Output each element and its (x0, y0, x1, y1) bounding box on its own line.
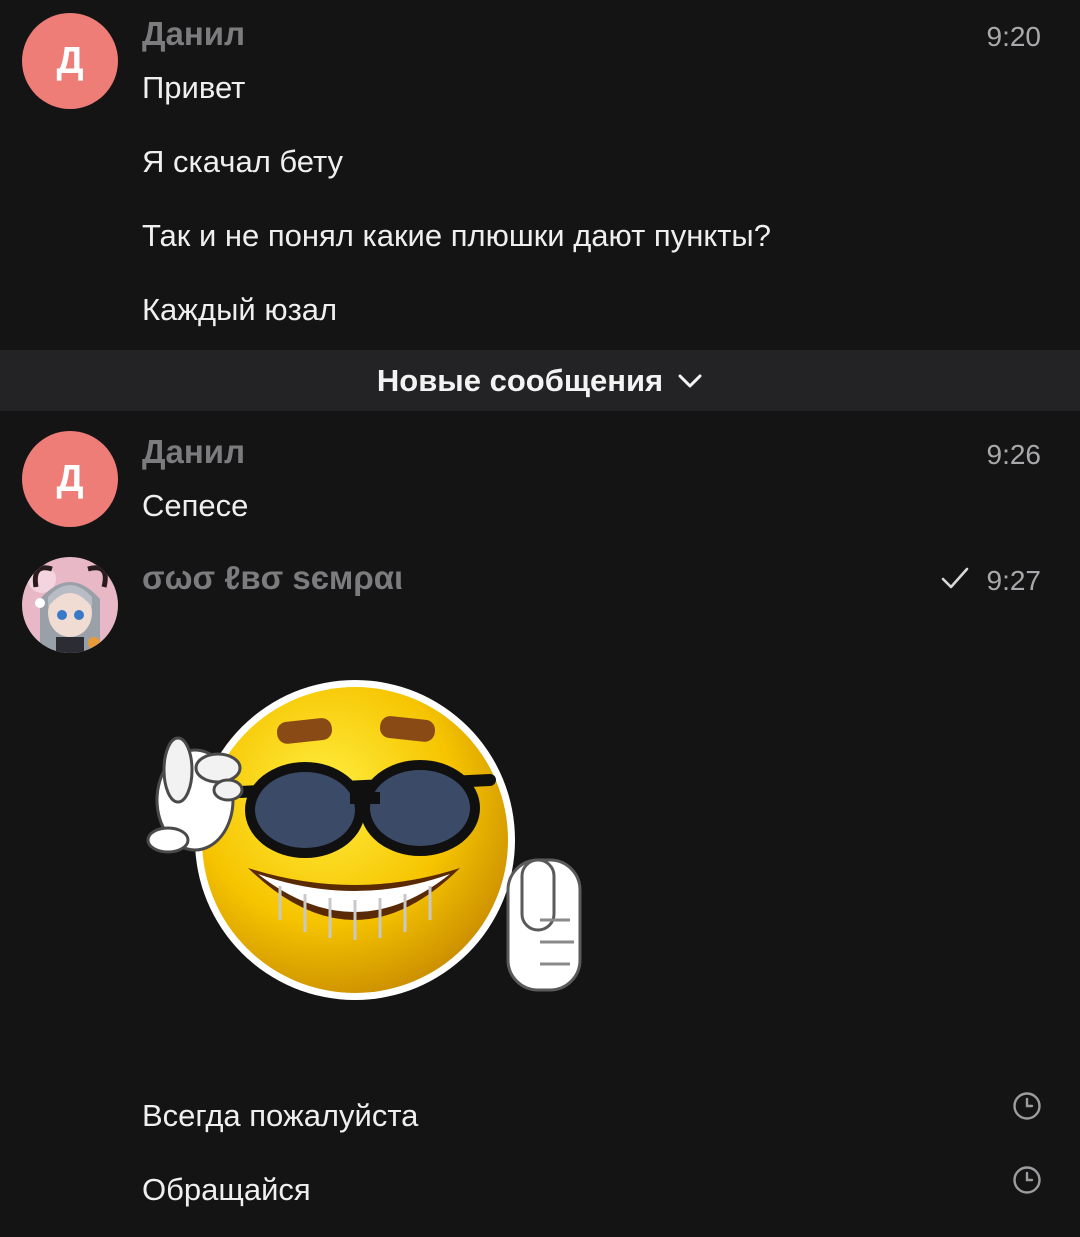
message-text[interactable]: Привет (142, 70, 245, 106)
anime-avatar-image (22, 557, 118, 653)
message-time: 9:26 (986, 439, 1042, 470)
message-time: 9:20 (986, 21, 1042, 52)
message-text[interactable]: Обращайся (142, 1172, 311, 1208)
user-avatar[interactable] (22, 557, 118, 653)
check-icon (941, 567, 969, 589)
new-messages-divider[interactable]: Новые сообщения (0, 350, 1080, 411)
author-name[interactable]: Данил (142, 433, 245, 471)
divider-label: Новые сообщения (376, 362, 664, 398)
author-name[interactable]: Данил (142, 15, 245, 53)
chevron-down-icon (678, 374, 702, 387)
clock-icon (1013, 1166, 1041, 1194)
avatar[interactable]: Д (22, 13, 118, 109)
message-text[interactable]: Каждый юзал (142, 292, 337, 328)
message-text[interactable]: Сепесе (142, 488, 248, 524)
message-text[interactable]: Я скачал бету (142, 144, 343, 180)
avatar[interactable]: Д (22, 431, 118, 527)
message-text[interactable]: Всегда пожалуйста (142, 1098, 418, 1134)
clock-icon (1013, 1092, 1041, 1120)
author-name[interactable]: σωσ ℓвσ ѕємραι (142, 559, 403, 597)
message-time: 9:27 (986, 565, 1042, 596)
message-text[interactable]: Так и не понял какие плюшки дают пункты? (142, 218, 771, 254)
cool-smiley-thumbs-up-sticker[interactable] (140, 680, 590, 1000)
